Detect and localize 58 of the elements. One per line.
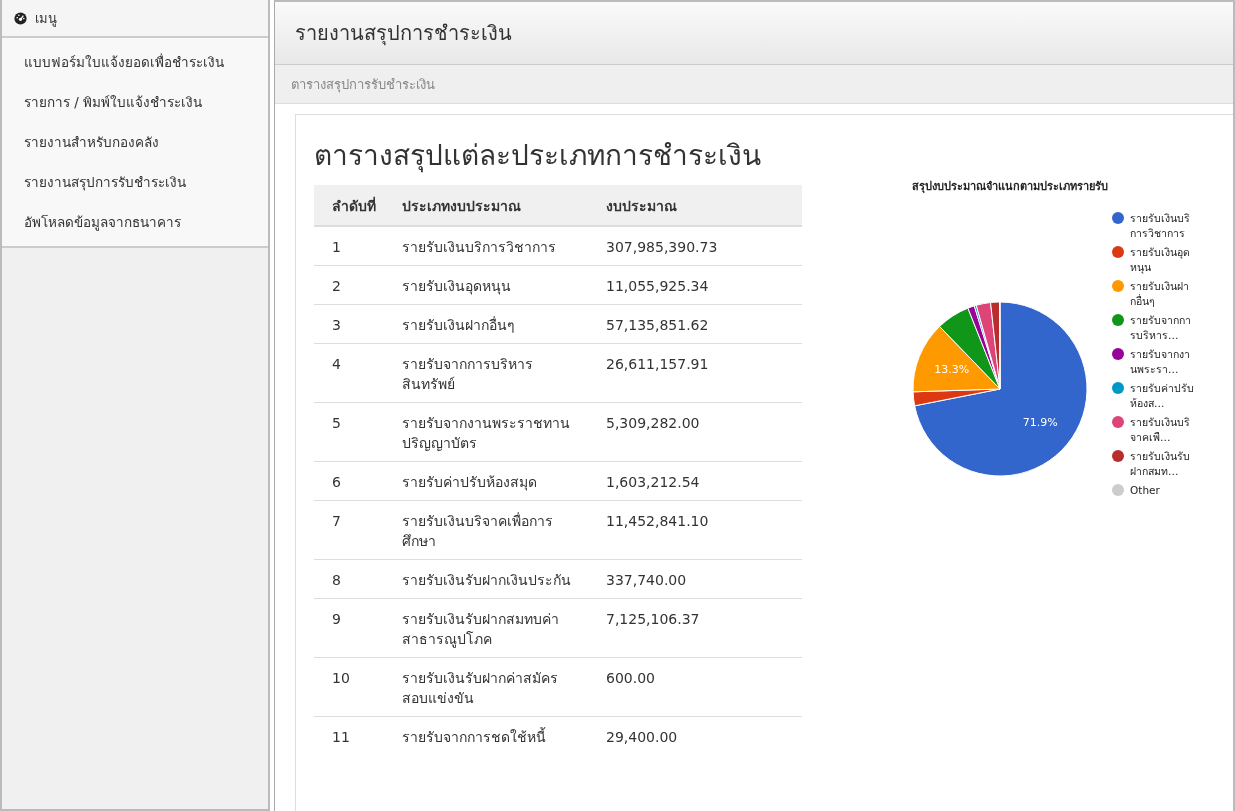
slice-label: 13.3% (934, 363, 970, 377)
table-cell: 4 (332, 356, 341, 372)
table-cell: 9 (332, 611, 341, 627)
legend-label: รายรับเงินบริการวิชาการ (1130, 211, 1191, 241)
table-cell: รายรับค่าปรับห้องสมุด (402, 474, 537, 490)
table-cell: รายรับจากงานพระราชทานปริญญาบัตร (402, 415, 570, 451)
menu-item[interactable]: รายงานสำหรับกองคลัง (2, 122, 268, 162)
table-cell: 8 (332, 572, 341, 588)
table-heading: ตารางสรุปแต่ละประเภทการชำระเงิน (314, 138, 762, 175)
table-cell: รายรับเงินบริจาคเพื่อการศึกษา (402, 513, 553, 549)
table-cell: รายรับจากการชดใช้หนี้ (402, 729, 546, 745)
column-header: งบประมาณ (606, 198, 677, 214)
speedometer-icon (14, 11, 27, 25)
column-header: ประเภทงบประมาณ (402, 198, 521, 214)
table-cell: 29,400.00 (606, 729, 678, 745)
table-cell: รายรับเงินอุดหนุน (402, 278, 511, 294)
table-cell: 600.00 (606, 670, 655, 686)
table-cell: 7,125,106.37 (606, 611, 700, 627)
table-cell: 1 (332, 239, 341, 255)
table-cell: 2 (332, 278, 341, 294)
page-title: รายงานสรุปการชำระเงิน (295, 20, 512, 48)
table-cell: 5,309,282.00 (606, 415, 700, 431)
menu-item[interactable]: รายการ / พิมพ์ใบแจ้งชำระเงิน (2, 82, 268, 122)
breadcrumb: ตารางสรุปการรับชำระเงิน (291, 75, 435, 95)
table-cell: 10 (332, 670, 350, 686)
legend-label: รายรับจากการบริหาร… (1130, 313, 1192, 343)
slice-label: 71.9% (1022, 416, 1058, 430)
table-cell: 7 (332, 513, 341, 529)
table-cell: 6 (332, 474, 341, 490)
table-cell: รายรับเงินบริการวิชาการ (402, 239, 556, 255)
legend-label: รายรับค่าปรับห้องส… (1130, 381, 1194, 411)
table-cell: 57,135,851.62 (606, 317, 709, 333)
table-cell: 26,611,157.91 (606, 356, 709, 372)
legend-label: รายรับเงินฝากอื่นๆ (1130, 279, 1190, 309)
table-cell: รายรับเงินรับฝากเงินประกัน (402, 572, 571, 588)
table-cell: รายรับเงินฝากอื่นๆ (402, 317, 515, 333)
menu-title: เมนู (35, 9, 57, 29)
menu-item[interactable]: แบบฟอร์มใบแจ้งยอดเพื่อชำระเงิน (2, 42, 268, 82)
table-cell: 3 (332, 317, 341, 333)
table-cell: 11,055,925.34 (606, 278, 709, 294)
legend-label: รายรับเงินรับฝากสมท… (1130, 449, 1191, 479)
table-cell: 337,740.00 (606, 572, 687, 588)
legend-label: รายรับเงินบริจาคเพื… (1130, 415, 1191, 445)
legend-label: รายรับเงินอุดหนุน (1130, 245, 1191, 275)
legend-label: รายรับจากงานพระรา… (1130, 347, 1191, 377)
chart-title: สรุปงบประมาณจำแนกตามประเภทรายรับ (912, 179, 1109, 195)
menu-item[interactable]: รายงานสรุปการรับชำระเงิน (2, 162, 268, 202)
table-cell: รายรับเงินรับฝากค่าสมัครสอบแข่งขัน (402, 670, 558, 706)
table-cell: รายรับเงินรับฝากสมทบค่าสาธารณูปโภค (402, 611, 559, 647)
table-cell: 11,452,841.10 (606, 513, 709, 529)
legend-label: Other (1130, 483, 1161, 498)
table-cell: รายรับจากการบริหารสินทรัพย์ (402, 356, 533, 392)
table-cell: 1,603,212.54 (606, 474, 700, 490)
column-header: ลำดับที่ (332, 198, 376, 214)
table-cell: 5 (332, 415, 341, 431)
table-cell: 307,985,390.73 (606, 239, 718, 255)
menu-item[interactable]: อัพโหลดข้อมูลจากธนาคาร (2, 202, 268, 242)
table-cell: 11 (332, 729, 350, 745)
